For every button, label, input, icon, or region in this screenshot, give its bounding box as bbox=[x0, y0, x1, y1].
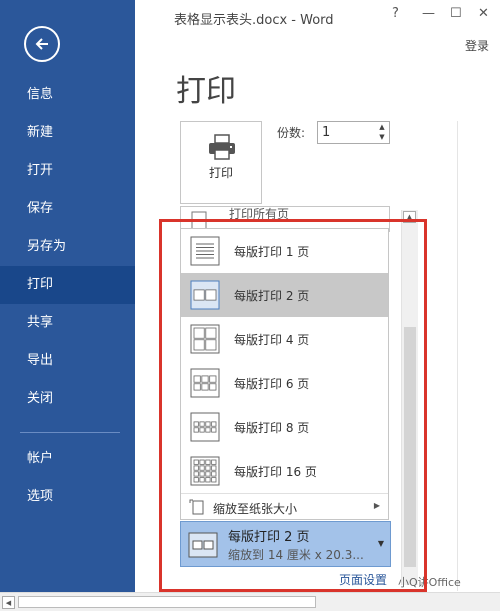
sidebar-divider bbox=[20, 432, 120, 433]
sidebar-item-print[interactable]: 打印 bbox=[0, 266, 135, 304]
highlight-annotation bbox=[159, 219, 427, 592]
print-button-label: 打印 bbox=[208, 166, 233, 180]
spin-up-icon[interactable]: ▲ bbox=[375, 122, 389, 132]
printer-icon bbox=[209, 134, 235, 160]
sidebar-item-export[interactable]: 导出 bbox=[0, 342, 135, 380]
back-arrow-icon bbox=[35, 38, 48, 50]
sidebar-item-new[interactable]: 新建 bbox=[0, 114, 135, 152]
minimize-button[interactable]: — bbox=[422, 6, 435, 21]
maximize-button[interactable]: ☐ bbox=[450, 6, 462, 21]
copies-spinner[interactable]: ▲ ▼ bbox=[375, 122, 389, 143]
spin-down-icon[interactable]: ▼ bbox=[375, 132, 389, 142]
horizontal-scrollbar[interactable]: ◀ bbox=[0, 592, 500, 611]
help-button[interactable]: ? bbox=[392, 6, 399, 21]
sidebar-item-info[interactable]: 信息 bbox=[0, 76, 135, 114]
copies-label: 份数: bbox=[277, 126, 306, 140]
sidebar-item-save[interactable]: 保存 bbox=[0, 190, 135, 228]
print-button[interactable]: 打印 bbox=[180, 121, 262, 204]
sidebar-item-options[interactable]: 选项 bbox=[0, 478, 135, 516]
login-link[interactable]: 登录 bbox=[465, 37, 489, 54]
horizontal-scrollbar-thumb[interactable] bbox=[18, 596, 316, 608]
preview-divider bbox=[457, 121, 458, 591]
window-title: 表格显示表头.docx - Word bbox=[174, 13, 334, 28]
back-button[interactable] bbox=[24, 26, 60, 62]
sidebar-item-save-as[interactable]: 另存为 bbox=[0, 228, 135, 266]
sidebar-item-account[interactable]: 帐户 bbox=[0, 440, 135, 478]
sidebar-item-open[interactable]: 打开 bbox=[0, 152, 135, 190]
page-title: 打印 bbox=[176, 74, 236, 109]
backstage-sidebar: 信息 新建 打开 保存 另存为 打印 共享 导出 关闭 帐户 选项 bbox=[0, 0, 135, 611]
sidebar-item-close[interactable]: 关闭 bbox=[0, 380, 135, 418]
close-button[interactable]: ✕ bbox=[478, 6, 489, 21]
scroll-left-icon[interactable]: ◀ bbox=[2, 596, 15, 609]
sidebar-item-share[interactable]: 共享 bbox=[0, 304, 135, 342]
